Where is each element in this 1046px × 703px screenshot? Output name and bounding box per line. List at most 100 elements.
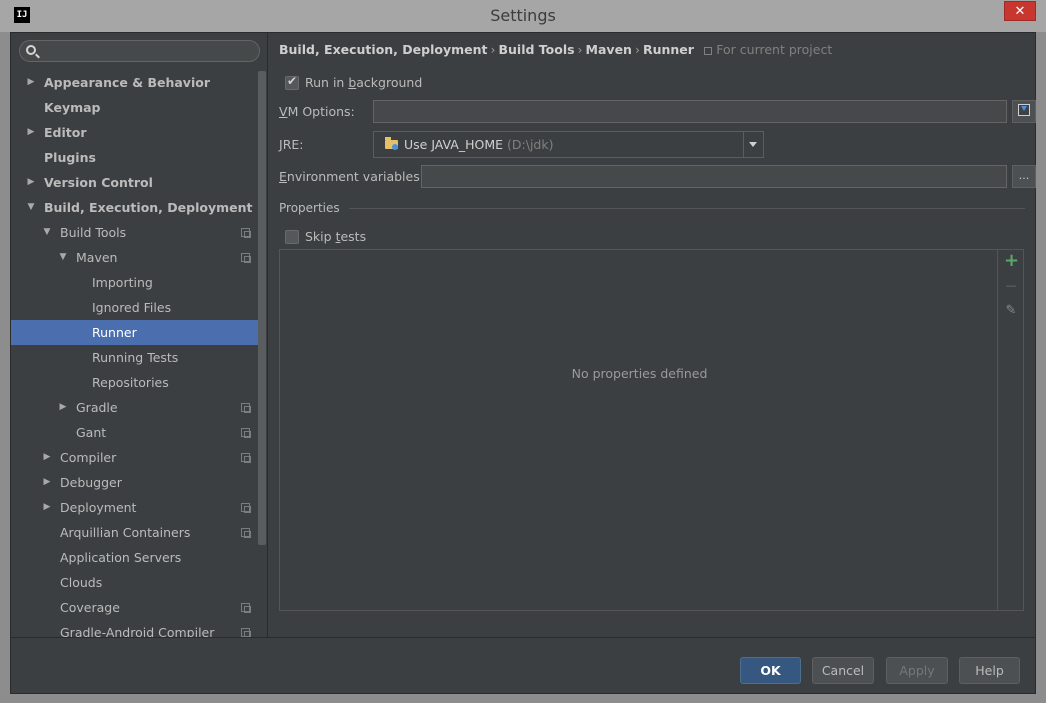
- title-bar: IJ Settings ✕: [0, 0, 1046, 32]
- sidebar-item-label: Coverage: [60, 600, 120, 615]
- apply-button[interactable]: Apply: [886, 657, 948, 684]
- env-vars-browse-button[interactable]: ...: [1012, 165, 1036, 188]
- skip-tests-checkbox[interactable]: [285, 230, 299, 244]
- help-button[interactable]: Help: [959, 657, 1020, 684]
- runner-settings-panel: Build, Execution, Deployment › Build Tools…: [269, 33, 1036, 637]
- sidebar-scrollbar[interactable]: [258, 71, 266, 545]
- window-title: Settings: [490, 6, 556, 25]
- sidebar-item-label: Debugger: [60, 475, 122, 490]
- sidebar-item-label: Version Control: [44, 175, 153, 190]
- footer-divider: [11, 637, 1035, 638]
- sidebar-item-label: Ignored Files: [92, 300, 172, 315]
- project-settings-icon: [241, 628, 251, 637]
- settings-dialog: ▶ Appearance & Behavior Keymap ▶ Editor Plugi…: [10, 32, 1036, 694]
- expanded-arrow-icon[interactable]: ▼: [41, 220, 53, 245]
- breadcrumb-separator: ›: [634, 42, 640, 57]
- sidebar-item-running-tests[interactable]: Running Tests: [11, 345, 266, 370]
- sidebar-item-label: Appearance & Behavior: [44, 75, 210, 90]
- project-settings-icon: [241, 453, 251, 463]
- project-settings-icon: [241, 428, 251, 438]
- sidebar-item-repositories[interactable]: Repositories: [11, 370, 266, 395]
- skip-tests-label: Skip tests: [305, 229, 367, 244]
- sidebar-item-editor[interactable]: ▶ Editor: [11, 120, 266, 145]
- sidebar-item-gradle[interactable]: ▶ Gradle: [11, 395, 266, 420]
- sidebar-item-label: Gant: [76, 425, 107, 440]
- project-settings-icon: [241, 503, 251, 513]
- collapsed-arrow-icon[interactable]: ▶: [57, 395, 69, 420]
- sidebar-item-keymap[interactable]: Keymap: [11, 95, 266, 120]
- vm-options-field[interactable]: [373, 100, 1007, 123]
- sidebar-item-gant[interactable]: Gant: [11, 420, 266, 445]
- expand-vm-options-button[interactable]: [1012, 100, 1036, 123]
- scope-text: For current project: [716, 42, 833, 57]
- project-settings-icon: [241, 603, 251, 613]
- collapsed-arrow-icon[interactable]: ▶: [41, 445, 53, 470]
- breadcrumb-item: Build Tools: [498, 42, 575, 57]
- settings-search-input[interactable]: [19, 40, 260, 62]
- run-in-background-label: Run in background: [305, 75, 423, 90]
- sidebar-item-debugger[interactable]: ▶ Debugger: [11, 470, 266, 495]
- sidebar-item-ignored-files[interactable]: Ignored Files: [11, 295, 266, 320]
- breadcrumb: Build, Execution, Deployment › Build Tools…: [279, 42, 832, 57]
- sidebar-item-importing[interactable]: Importing: [11, 270, 266, 295]
- close-window-button[interactable]: ✕: [1004, 1, 1036, 21]
- jre-label: JRE:: [279, 137, 304, 152]
- sidebar-item-application-servers[interactable]: Application Servers: [11, 545, 266, 570]
- section-divider: [349, 208, 1025, 209]
- sidebar-item-label: Deployment: [60, 500, 137, 515]
- expand-icon: [1018, 104, 1030, 116]
- sidebar-item-runner[interactable]: Runner: [11, 320, 266, 345]
- sidebar-item-label: Maven: [76, 250, 118, 265]
- remove-property-button[interactable]: —: [1004, 279, 1018, 293]
- project-settings-icon: [241, 253, 251, 263]
- sidebar-item-label: Build, Execution, Deployment: [44, 200, 253, 215]
- sidebar-item-label: Editor: [44, 125, 87, 140]
- sidebar-item-version-control[interactable]: ▶ Version Control: [11, 170, 266, 195]
- project-scope-icon: [704, 47, 713, 55]
- sidebar-item-maven[interactable]: ▼ Maven: [11, 245, 266, 270]
- sidebar-item-clouds[interactable]: Clouds: [11, 570, 266, 595]
- sidebar-item-build-execution-deployment[interactable]: ▼ Build, Execution, Deployment: [11, 195, 266, 220]
- sidebar-item-coverage[interactable]: Coverage: [11, 595, 266, 620]
- properties-section-title: Properties: [279, 201, 340, 215]
- breadcrumb-separator: ›: [490, 42, 496, 57]
- project-scope-label: For current project: [704, 42, 832, 57]
- sidebar-item-compiler[interactable]: ▶ Compiler: [11, 445, 266, 470]
- search-icon: [26, 45, 36, 55]
- sidebar-item-label: Application Servers: [60, 550, 182, 565]
- jre-select[interactable]: Use JAVA_HOME (D:\jdk): [373, 131, 764, 158]
- sidebar-item-build-tools[interactable]: ▼ Build Tools: [11, 220, 266, 245]
- properties-toolbar: + — ✎: [997, 250, 1023, 610]
- sidebar-item-plugins[interactable]: Plugins: [11, 145, 266, 170]
- expanded-arrow-icon[interactable]: ▼: [57, 245, 69, 270]
- sidebar-item-arquillian-containers[interactable]: Arquillian Containers: [11, 520, 266, 545]
- edit-property-button[interactable]: ✎: [1004, 304, 1018, 318]
- sidebar-item-label: Repositories: [92, 375, 169, 390]
- sidebar-item-label: Gradle-Android Compiler: [60, 625, 215, 637]
- add-property-button[interactable]: +: [1004, 252, 1019, 270]
- sidebar-item-label: Running Tests: [92, 350, 179, 365]
- project-settings-icon: [241, 228, 251, 238]
- collapsed-arrow-icon[interactable]: ▶: [41, 495, 53, 520]
- env-vars-field[interactable]: [421, 165, 1007, 188]
- sidebar-item-label: Importing: [92, 275, 153, 290]
- chevron-down-icon[interactable]: [743, 132, 763, 157]
- run-in-background-checkbox[interactable]: [285, 74, 299, 90]
- sidebar-item-gradle-android-compiler[interactable]: Gradle-Android Compiler: [11, 620, 266, 637]
- sidebar-item-label: Plugins: [44, 150, 96, 165]
- collapsed-arrow-icon[interactable]: ▶: [25, 170, 37, 195]
- properties-table[interactable]: No properties defined + — ✎: [279, 249, 1024, 611]
- sidebar-item-label: Arquillian Containers: [60, 525, 191, 540]
- ok-button[interactable]: OK: [740, 657, 801, 684]
- empty-table-message: No properties defined: [571, 366, 708, 381]
- sidebar-item-label: Keymap: [44, 100, 101, 115]
- sidebar-item-deployment[interactable]: ▶ Deployment: [11, 495, 266, 520]
- settings-sidebar: ▶ Appearance & Behavior Keymap ▶ Editor Plugi…: [11, 33, 268, 637]
- cancel-button[interactable]: Cancel: [812, 657, 874, 684]
- collapsed-arrow-icon[interactable]: ▶: [25, 70, 37, 95]
- sidebar-item-appearance-behavior[interactable]: ▶ Appearance & Behavior: [11, 70, 266, 95]
- expanded-arrow-icon[interactable]: ▼: [25, 195, 37, 220]
- env-vars-label: Environment variables:: [279, 169, 424, 184]
- collapsed-arrow-icon[interactable]: ▶: [41, 470, 53, 495]
- collapsed-arrow-icon[interactable]: ▶: [25, 120, 37, 145]
